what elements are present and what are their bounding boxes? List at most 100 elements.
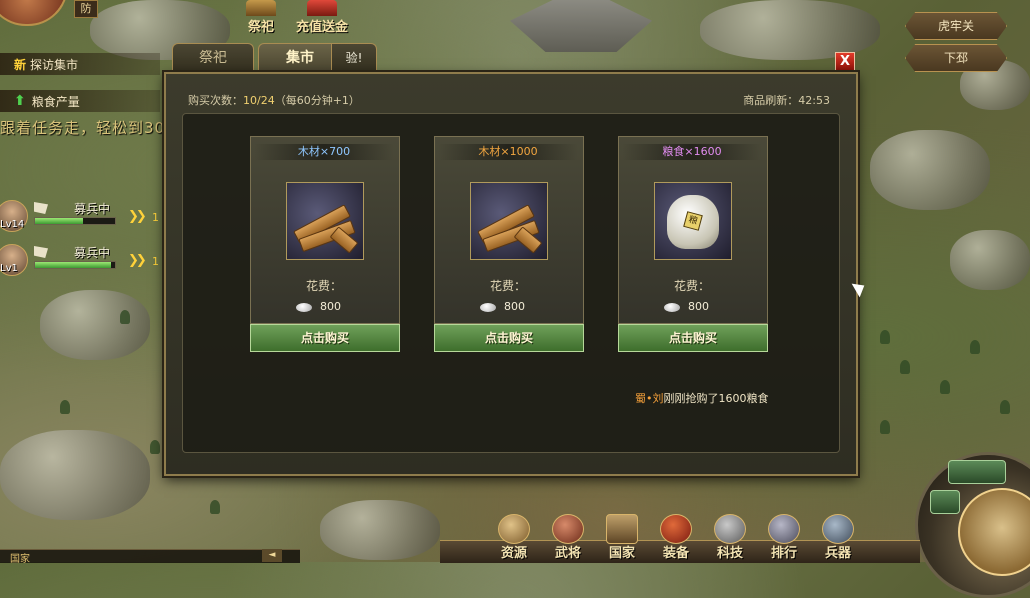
nav-label: 装备 [662, 546, 689, 561]
fortress-building[interactable] [510, 0, 652, 52]
log-player: 蜀•刘 [635, 392, 664, 405]
dial-side-button[interactable] [930, 490, 960, 514]
log-text: 刚刚抢购了1600粮食 [663, 392, 769, 405]
tree [1000, 400, 1010, 414]
recruit-count: 1 [152, 211, 159, 224]
nav-label: 排行 [770, 546, 797, 561]
scroll-icon [606, 514, 638, 544]
buy-button[interactable]: 点击购买 [618, 324, 768, 352]
rank-icon [768, 514, 800, 544]
wood-icon [470, 182, 548, 260]
altar-icon [246, 0, 276, 16]
refresh-timer: 商品刷新：42:53 [743, 92, 830, 108]
nav-generals[interactable]: 武将 [542, 514, 594, 562]
recruit-count: 1 [152, 255, 159, 268]
mountain [700, 0, 880, 60]
chat-bar[interactable]: 国家 [0, 549, 300, 565]
tree [120, 310, 130, 324]
weapon-icon [822, 514, 854, 544]
refresh-time: 42:53 [798, 94, 830, 107]
quest-visit-market[interactable]: 新 探访集市 [0, 53, 160, 75]
gear-icon [714, 514, 746, 544]
goods-card: 木材×700 花费： 800 点击购买 [250, 136, 400, 352]
grain-sack-icon: 粮 [654, 182, 732, 260]
map-toggle-button[interactable] [948, 460, 1006, 484]
chat-collapse-button[interactable]: ◄ [262, 549, 282, 562]
coin-icon [498, 514, 530, 544]
tab-partial[interactable]: 验! [331, 43, 377, 72]
progress-fill [35, 218, 83, 224]
new-badge: 新 [14, 57, 27, 72]
price-value: 800 [504, 300, 525, 313]
goods-name: 粮食×1600 [622, 144, 762, 160]
flag-icon [34, 246, 48, 258]
tree [210, 500, 220, 514]
flag-icon [34, 202, 48, 214]
recruit-status: 募兵中 [74, 202, 111, 216]
quest-grain-output[interactable]: ⬆ 粮食产量 [0, 90, 160, 112]
sacrifice-top-button[interactable]: 祭祀 [237, 0, 285, 35]
tree [150, 440, 160, 454]
recharge-top-button[interactable]: 充值送金 [290, 0, 354, 35]
buy-count-value: 10/24 [243, 94, 275, 107]
cost-label: 花费： [305, 279, 342, 293]
defense-button[interactable]: 防 [74, 0, 98, 18]
silver-icon [480, 302, 496, 312]
buy-button[interactable]: 点击购买 [250, 324, 400, 352]
up-arrow-icon: ⬆ [14, 93, 26, 109]
price: 800 [664, 300, 744, 313]
price: 800 [480, 300, 560, 313]
tab-sacrifice[interactable]: 祭祀 [172, 43, 254, 72]
scrolling-hint: 跟着任务走，轻松到30 [0, 119, 166, 137]
city-hulaoguan[interactable]: 虎牢关 [905, 12, 1007, 40]
mountain [950, 230, 1030, 290]
nav-label: 资源 [500, 546, 527, 561]
tab-market[interactable]: 集市 [258, 43, 342, 72]
nav-label: 兵器 [824, 546, 851, 561]
goods-card: 粮食×1600 粮 花费： 800 点击购买 [618, 136, 768, 352]
recruit-slot[interactable]: Lv1 募兵中 ❯❯ 1 [0, 244, 168, 276]
armor-icon [660, 514, 692, 544]
speedup-icon[interactable]: ❯❯ [128, 253, 147, 268]
price: 800 [296, 300, 376, 313]
nav-country[interactable]: 国家 [596, 514, 648, 562]
gift-icon [307, 0, 337, 16]
recruit-progress [34, 217, 116, 225]
price-value: 800 [320, 300, 341, 313]
buy-count-note: （每60分钟+1） [274, 94, 360, 107]
mountain [40, 290, 150, 360]
player-avatar[interactable] [0, 0, 68, 26]
tree [900, 360, 910, 374]
progress-fill [35, 262, 111, 268]
general-level: Lv1 [0, 263, 18, 274]
cost-label: 花费： [489, 279, 526, 293]
wood-icon [286, 182, 364, 260]
nav-equipment[interactable]: 装备 [650, 514, 702, 562]
city-xiapi[interactable]: 下邳 [905, 44, 1007, 72]
mountain [320, 500, 440, 560]
nav-weapons[interactable]: 兵器 [812, 514, 864, 562]
silver-icon [664, 302, 680, 312]
nav-label: 科技 [716, 546, 743, 561]
tree [880, 330, 890, 344]
buy-count-label: 购买次数： [188, 94, 243, 107]
recruit-status: 募兵中 [74, 246, 111, 260]
buy-button[interactable]: 点击购买 [434, 324, 584, 352]
general-level: Lv14 [0, 219, 25, 230]
general-icon [552, 514, 584, 544]
price-value: 800 [688, 300, 709, 313]
speedup-icon[interactable]: ❯❯ [128, 209, 147, 224]
chat-channel[interactable]: 国家 [10, 554, 30, 565]
nav-ranking[interactable]: 排行 [758, 514, 810, 562]
nav-label: 国家 [608, 546, 635, 561]
nav-tech[interactable]: 科技 [704, 514, 756, 562]
close-button[interactable]: X [835, 52, 855, 72]
recruit-slot[interactable]: Lv14 募兵中 ❯❯ 1 [0, 200, 168, 232]
recruit-progress [34, 261, 116, 269]
quest-label: 粮食产量 [31, 94, 80, 109]
nav-resources[interactable]: 资源 [488, 514, 540, 562]
tree [880, 420, 890, 434]
quest-label: 探访集市 [30, 57, 79, 72]
goods-name: 木材×700 [254, 144, 394, 160]
top-button-label: 充值送金 [295, 20, 348, 35]
